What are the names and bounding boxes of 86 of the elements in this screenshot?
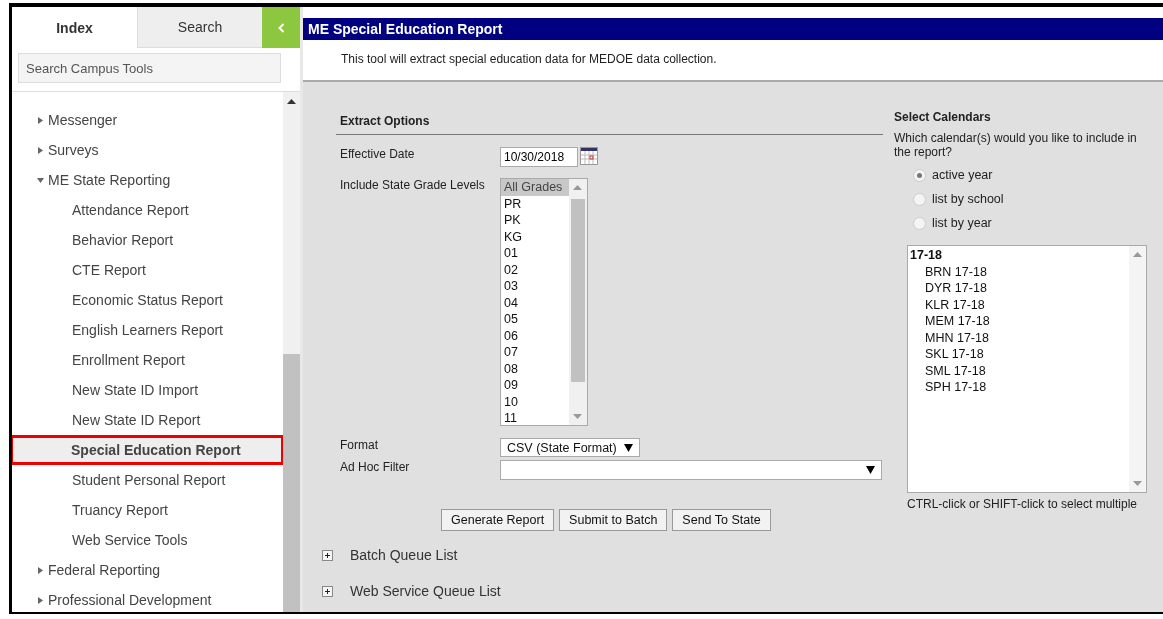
expand-icon[interactable] — [322, 549, 333, 561]
grade-listbox[interactable]: All Grades PR PK KG 01 02 03 04 05 06 07 08 09 10 11 — [500, 178, 588, 426]
collapsed-triangle-icon — [37, 146, 44, 154]
calendar-icon[interactable] — [580, 147, 598, 165]
list-option[interactable]: 08 — [501, 360, 569, 377]
collapsed-triangle-icon — [37, 566, 44, 574]
list-option[interactable]: PK — [501, 212, 569, 229]
scrollbar-thumb[interactable] — [283, 354, 300, 612]
list-option[interactable]: BRN 17-18 — [908, 263, 1129, 280]
list-option[interactable]: 10 — [501, 393, 569, 410]
scroll-down-icon[interactable] — [573, 414, 582, 419]
chevron-left-icon[interactable] — [277, 22, 285, 33]
list-option[interactable]: MEM 17-18 — [908, 313, 1129, 330]
collapsed-triangle-icon — [37, 116, 44, 124]
list-option[interactable]: 06 — [501, 327, 569, 344]
list-option[interactable]: KG — [501, 228, 569, 245]
list-option[interactable]: 05 — [501, 311, 569, 328]
format-dropdown[interactable]: CSV (State Format) — [500, 438, 640, 457]
dropdown-arrow-icon[interactable] — [624, 443, 633, 452]
scrollbar-thumb[interactable] — [571, 199, 585, 382]
scroll-down-icon[interactable] — [1133, 481, 1142, 486]
section-heading: Extract Options — [340, 114, 430, 128]
search-field[interactable]: Search Campus Tools — [18, 53, 281, 83]
list-option[interactable]: MHN 17-18 — [908, 329, 1129, 346]
tree-folder[interactable]: Federal Reporting — [12, 555, 283, 585]
list-option[interactable]: All Grades — [501, 179, 569, 196]
list-group-label: 17-18 — [909, 247, 943, 264]
tree-item[interactable]: English Learners Report — [12, 315, 283, 345]
list-option[interactable]: SML 17-18 — [908, 362, 1129, 379]
field-label: Format — [340, 438, 379, 454]
field-label: Effective Date — [340, 147, 416, 163]
field-label: Ad Hoc Filter — [340, 460, 411, 476]
tree-item[interactable]: CTE Report — [12, 255, 283, 285]
list-option[interactable]: 11 — [501, 410, 569, 425]
list-option[interactable]: PR — [501, 195, 569, 212]
list-option[interactable]: 07 — [501, 344, 569, 361]
tree-item[interactable]: Truancy Report — [12, 495, 283, 525]
list-option[interactable]: SPH 17-18 — [908, 379, 1129, 396]
tree-folder[interactable]: Professional Development — [12, 585, 283, 612]
list-option[interactable]: 02 — [501, 261, 569, 278]
radio-button[interactable] — [913, 216, 926, 230]
tree-item[interactable]: Special Education Report — [12, 435, 284, 465]
tree-item[interactable]: Web Service Tools — [12, 525, 283, 555]
tree-item[interactable]: Economic Status Report — [12, 285, 283, 315]
tree-item[interactable]: New State ID Report — [12, 405, 283, 435]
section-heading: Select Calendars — [894, 110, 992, 124]
collapse-button[interactable] — [262, 7, 300, 48]
tree-folder[interactable]: ME State Reporting — [12, 165, 283, 195]
scroll-up-icon[interactable] — [287, 99, 296, 104]
hint-text: CTRL-click or SHIFT-click to select multiple — [907, 497, 1139, 511]
action-button[interactable]: Submit to Batch — [559, 509, 668, 531]
expand-icon[interactable] — [322, 585, 333, 597]
tree-item[interactable]: Enrollment Report — [12, 345, 283, 375]
list-option[interactable]: 04 — [501, 294, 569, 311]
radio-label[interactable]: list by year — [932, 216, 992, 230]
tree-item[interactable]: New State ID Import — [12, 375, 283, 405]
field-label: Include State Grade Levels — [340, 178, 486, 194]
calendar-listbox[interactable]: 17-18 BRN 17-18 DYR 17-18 KLR 17-18 MEM 17-18 MHN 17-18 SKL 17-18 SML 17-18 SPH 17-18 — [907, 245, 1147, 493]
list-option[interactable]: 09 — [501, 377, 569, 394]
collapsed-triangle-icon — [37, 596, 44, 604]
list-option[interactable]: SKL 17-18 — [908, 346, 1129, 363]
list-option[interactable]: 01 — [501, 245, 569, 262]
section-title[interactable]: Web Service Queue List — [350, 583, 501, 599]
report-description: This tool will extract special education data for MEDOE data collection. — [341, 52, 717, 66]
question-text: Which calendar(s) would you like to include in the report? — [894, 131, 1138, 159]
tree-folder[interactable]: Messenger — [12, 105, 283, 135]
report-title: ME Special Education Report — [303, 18, 1163, 40]
section-title[interactable]: Batch Queue List — [350, 547, 458, 563]
tree-folder[interactable]: Surveys — [12, 135, 283, 165]
radio-label[interactable]: list by school — [932, 192, 1004, 206]
action-button[interactable]: Send To State — [672, 509, 771, 531]
radio-button[interactable] — [913, 192, 926, 206]
scrollbar[interactable] — [283, 92, 300, 612]
action-button[interactable]: Generate Report — [441, 509, 555, 531]
list-option[interactable]: 03 — [501, 278, 569, 295]
dropdown-arrow-icon[interactable] — [866, 466, 875, 474]
list-option[interactable]: KLR 17-18 — [908, 296, 1129, 313]
sidebar-tab[interactable]: Search — [137, 7, 262, 48]
list-option[interactable]: DYR 17-18 — [908, 280, 1129, 297]
date-field[interactable]: 10/30/2018 — [500, 147, 578, 167]
radio-button[interactable] — [913, 168, 926, 182]
expanded-triangle-icon — [37, 176, 44, 184]
tree-item[interactable]: Behavior Report — [12, 225, 283, 255]
tree-item[interactable]: Student Personal Report — [12, 465, 283, 495]
tree-item[interactable]: Attendance Report — [12, 195, 283, 225]
radio-label[interactable]: active year — [932, 168, 993, 182]
